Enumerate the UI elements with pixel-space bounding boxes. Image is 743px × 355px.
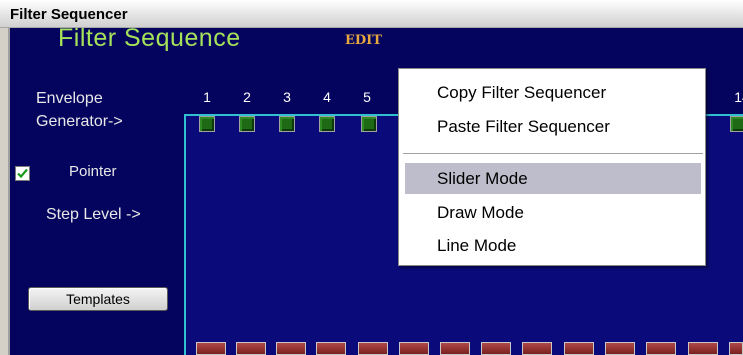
menu-item-paste-filter-sequencer[interactable]: Paste Filter Sequencer	[405, 111, 701, 142]
menu-separator	[403, 153, 703, 155]
edit-link[interactable]: EDIT	[345, 33, 382, 48]
step-level-bar[interactable]	[399, 342, 429, 355]
step-level-bar[interactable]	[481, 342, 511, 355]
step-level-bar[interactable]	[276, 342, 306, 355]
pointer-label: Pointer	[69, 163, 117, 180]
step-level-bar[interactable]	[646, 342, 676, 355]
menu-item-slider-mode[interactable]: Slider Mode	[405, 163, 701, 194]
step-level-bar[interactable]	[316, 342, 346, 355]
step-number: 2	[243, 89, 251, 105]
envelope-label-line1: Envelope	[36, 90, 103, 107]
envelope-label-line2: Generator->	[36, 113, 123, 130]
step-level-bar[interactable]	[605, 342, 635, 355]
envelope-led[interactable]	[319, 116, 335, 132]
envelope-led[interactable]	[730, 116, 743, 132]
step-number: 1	[203, 89, 211, 105]
step-number: 14	[734, 89, 743, 105]
menu-item-copy-filter-sequencer[interactable]: Copy Filter Sequencer	[405, 77, 701, 108]
step-level-bar[interactable]	[440, 342, 470, 355]
step-level-bar[interactable]	[196, 342, 226, 355]
step-level-bar[interactable]	[564, 342, 594, 355]
menu-item-draw-mode[interactable]: Draw Mode	[405, 197, 701, 228]
check-icon	[17, 168, 28, 179]
step-number: 3	[283, 89, 291, 105]
panel-title: Filter Sequence	[58, 24, 241, 52]
step-level-bar[interactable]	[236, 342, 266, 355]
envelope-led[interactable]	[279, 116, 295, 132]
step-level-bar[interactable]	[358, 342, 388, 355]
context-menu: Copy Filter Sequencer Paste Filter Seque…	[398, 68, 706, 266]
step-level-bar[interactable]	[688, 342, 718, 355]
step-level-bar[interactable]	[729, 342, 743, 355]
step-level-label: Step Level ->	[46, 206, 141, 223]
step-number: 4	[323, 89, 331, 105]
pointer-checkbox[interactable]	[15, 166, 30, 181]
envelope-led[interactable]	[239, 116, 255, 132]
menu-item-line-mode[interactable]: Line Mode	[405, 230, 701, 261]
envelope-led[interactable]	[199, 116, 215, 132]
envelope-led[interactable]	[361, 116, 377, 132]
templates-button[interactable]: Templates	[28, 287, 168, 311]
step-number: 5	[363, 89, 371, 105]
window-title: Filter Sequencer	[10, 6, 128, 23]
step-level-bar[interactable]	[522, 342, 552, 355]
